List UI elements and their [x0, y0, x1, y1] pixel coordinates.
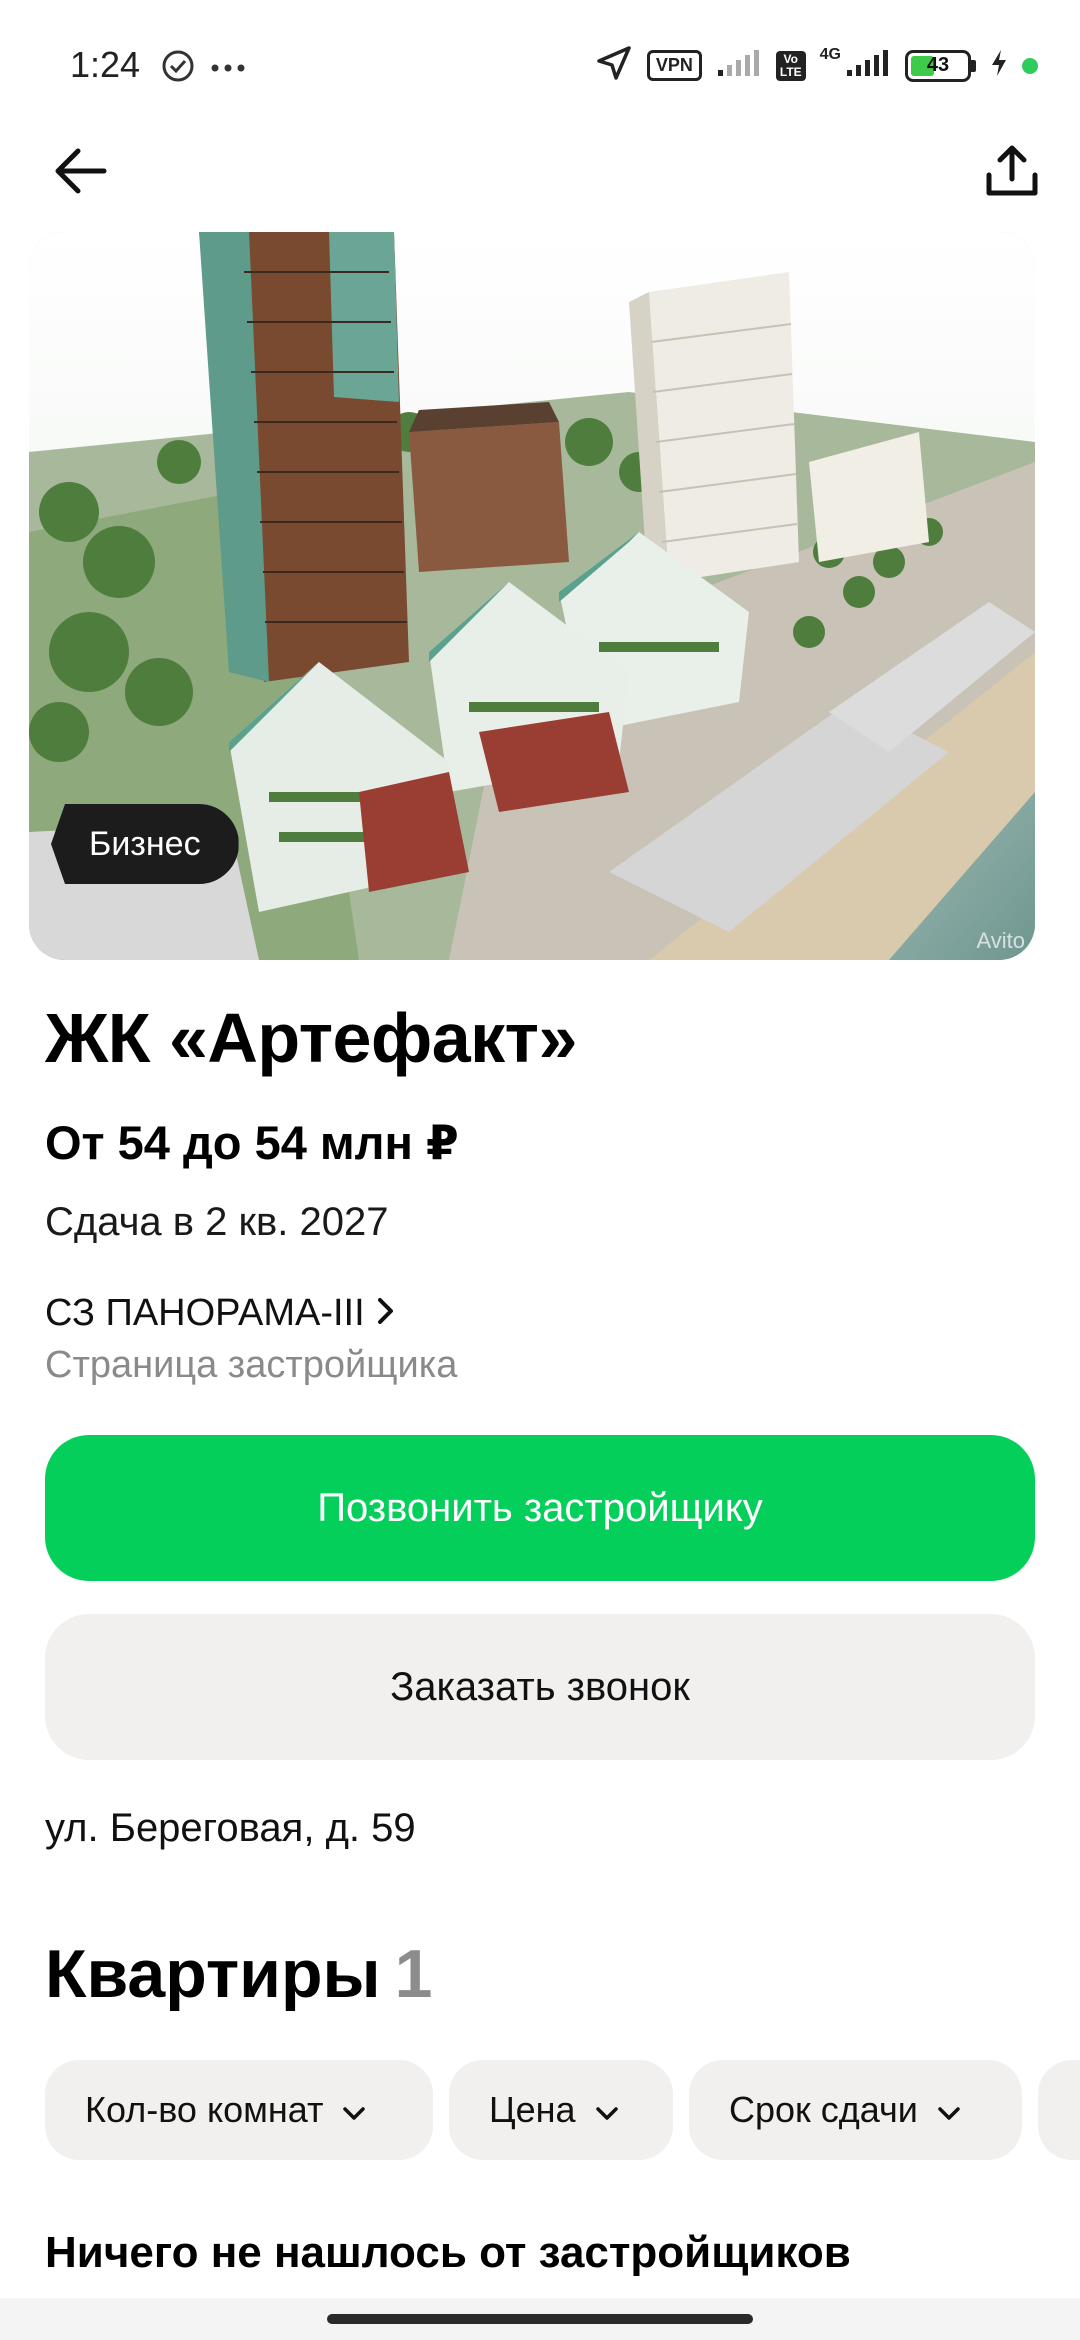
chevron-down-icon — [341, 2089, 367, 2131]
developer-name: СЗ ПАНОРАМА-III — [45, 1292, 365, 1334]
class-badge: Бизнес — [51, 804, 239, 884]
developer-page-label[interactable]: Страница застройщика — [45, 1344, 457, 1387]
share-button[interactable] — [974, 135, 1050, 211]
status-left-icons — [160, 48, 246, 89]
filter-price-label: Цена — [489, 2089, 576, 2130]
filter-price[interactable]: Цена — [449, 2060, 673, 2160]
back-button[interactable] — [42, 135, 118, 211]
battery-icon: 43 — [905, 49, 976, 82]
volte-badge: Vo LTE — [775, 50, 806, 81]
more-dots-icon — [210, 60, 246, 78]
battery-level: 43 — [926, 54, 950, 76]
back-arrow-icon — [52, 146, 108, 201]
check-circle-icon — [160, 48, 196, 89]
apartments-title-text: Квартиры — [45, 1936, 381, 2012]
home-indicator[interactable] — [327, 2314, 753, 2324]
signal-icon — [716, 48, 762, 83]
filter-delivery-term[interactable]: Срок сдачи — [689, 2060, 1022, 2160]
filter-rooms[interactable]: Кол-во комнат — [45, 2060, 433, 2160]
apartments-count: 1 — [394, 1936, 433, 2012]
avito-watermark: Avito — [976, 928, 1025, 953]
status-right-icons: VPN Vo LTE 4G 43 — [595, 44, 1038, 87]
request-callback-button[interactable]: Заказать звонок — [45, 1614, 1035, 1760]
network-type: 4G — [819, 45, 841, 63]
filter-more[interactable] — [1038, 2060, 1080, 2160]
chevron-down-icon — [936, 2089, 962, 2131]
vpn-badge: VPN — [646, 50, 702, 81]
chevron-down-icon — [594, 2089, 620, 2131]
chevron-right-icon — [375, 1296, 397, 1331]
price-range: От 54 до 54 млн ₽ — [45, 1116, 459, 1169]
delivery-date: Сдача в 2 кв. 2027 — [45, 1200, 389, 1244]
signal-icon-2 — [845, 48, 891, 83]
page-title: ЖК «Артефакт» — [45, 999, 577, 1077]
filter-term-label: Срок сдачи — [729, 2089, 918, 2130]
filter-chips: Кол-во комнат Цена Срок сдачи — [45, 2060, 1080, 2160]
filter-rooms-label: Кол-во комнат — [85, 2089, 324, 2130]
address: ул. Береговая, д. 59 — [45, 1806, 416, 1850]
empty-message: Ничего не нашлось от застройщиков — [45, 2228, 851, 2277]
location-arrow-icon — [595, 44, 633, 87]
charging-icon — [990, 49, 1008, 82]
status-time: 1:24 — [70, 44, 141, 85]
status-bar: 1:24 VPN Vo LTE 4G 43 — [0, 0, 1080, 130]
privacy-dot — [1022, 57, 1038, 74]
share-icon — [984, 143, 1040, 204]
developer-link[interactable]: СЗ ПАНОРАМА-III — [45, 1292, 397, 1335]
call-developer-button[interactable]: Позвонить застройщику — [45, 1435, 1035, 1581]
system-nav-bar — [0, 2298, 1080, 2340]
hero-image[interactable]: Бизнес Avito — [29, 232, 1035, 960]
apartments-title: Квартиры 1 — [45, 1935, 432, 2013]
